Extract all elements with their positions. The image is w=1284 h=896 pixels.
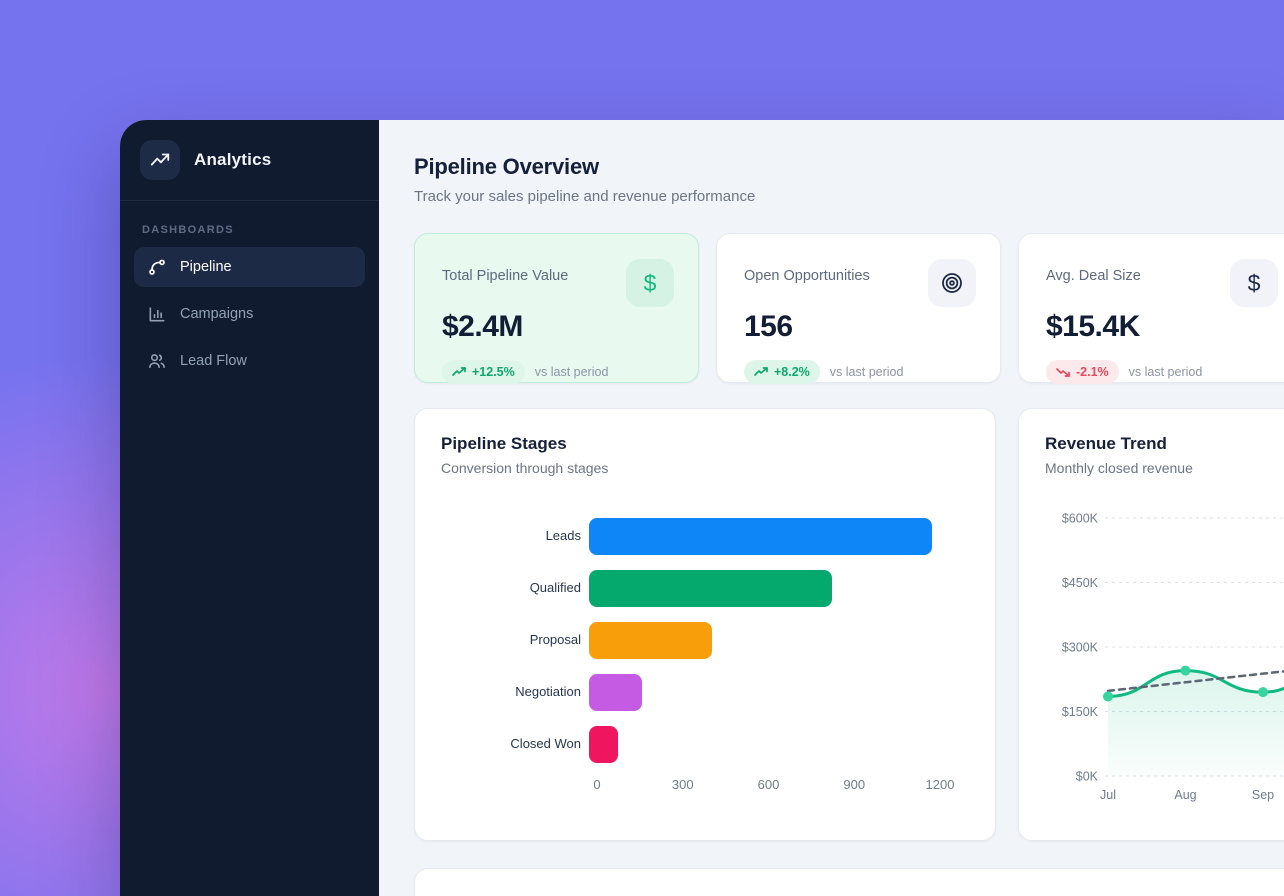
svg-text:Jul: Jul [1100,788,1116,802]
page-header: Pipeline Overview Track your sales pipel… [414,153,1284,205]
sidebar-section-label: DASHBOARDS [142,224,357,236]
change-badge: -2.1% [1046,360,1119,384]
page-title: Pipeline Overview [414,153,1284,180]
svg-text:$150K: $150K [1062,705,1099,719]
bar-track [589,726,969,763]
chart-subtitle: Conversion through stages [441,460,969,476]
comparison-label: vs last period [535,365,609,379]
brand-name: Analytics [194,150,271,170]
bar-track [589,518,969,555]
stat-card-open-opportunities: Open Opportunities 156 [716,233,1001,383]
svg-text:$450K: $450K [1062,576,1099,590]
bar-category-label: Leads [441,528,589,545]
bar [589,518,932,555]
stat-card-avg-deal-size: Avg. Deal Size $ $15.4K [1018,233,1284,383]
sidebar-item-label: Campaigns [180,306,253,322]
trending-up-icon [140,140,180,180]
sidebar-item-pipeline[interactable]: Pipeline [134,247,365,287]
pipeline-stages-card: Pipeline Stages Conversion through stage… [414,408,996,841]
bar-category-label: Negotiation [441,684,589,701]
bar-category-label: Qualified [441,580,589,597]
svg-text:Aug: Aug [1174,788,1196,802]
bar-chart-icon [147,304,167,324]
svg-text:$300K: $300K [1062,641,1099,655]
stat-value: 156 [744,310,976,344]
bar [589,570,832,607]
sidebar-item-lead-flow[interactable]: Lead Flow [134,341,365,381]
desktop-backdrop: { "sidebar": { "brand": { "name": "Analy… [0,0,1284,896]
bar-category-label: Closed Won [441,736,589,753]
stat-value: $2.4M [442,310,674,344]
sidebar-item-campaigns[interactable]: Campaigns [134,294,365,334]
bar-row: Qualified [441,562,969,614]
bar [589,674,642,711]
change-badge: +8.2% [744,360,820,384]
pipeline-icon [147,257,167,277]
line-chart: $600K $450K $300K $150K $0KJul Aug Sep [1019,497,1284,809]
stat-label: Avg. Deal Size [1046,268,1141,284]
sidebar: Analytics DASHBOARDS Pipeline [120,120,379,896]
svg-text:$0K: $0K [1076,770,1099,784]
stat-value: $15.4K [1046,310,1278,344]
chart-title: Revenue Trend [1045,434,1284,454]
comparison-label: vs last period [1129,365,1203,379]
bar [589,726,618,763]
change-value: +12.5% [472,365,515,379]
bottom-card [414,868,1284,896]
chart-title: Pipeline Stages [441,434,969,454]
stat-cards-row: Total Pipeline Value $ $2.4M [414,233,1284,383]
horizontal-bar-chart: Leads Qualified Proposal Negotiation Clo… [441,510,969,770]
bar-track [589,570,969,607]
trending-up-icon [754,367,768,377]
chart-subtitle: Monthly closed revenue [1045,460,1284,476]
sidebar-item-label: Lead Flow [180,353,247,369]
bar-track [589,622,969,659]
bar-track [589,674,969,711]
sidebar-divider [120,200,379,201]
bar-row: Closed Won [441,718,969,770]
stat-label: Total Pipeline Value [442,268,568,284]
change-value: -2.1% [1076,365,1109,379]
trending-up-icon [452,367,466,377]
bar-row: Proposal [441,614,969,666]
change-value: +8.2% [774,365,810,379]
target-icon [928,259,976,307]
trending-down-icon [1056,367,1070,377]
stat-card-total-pipeline-value: Total Pipeline Value $ $2.4M [414,233,699,383]
bar [589,622,712,659]
x-axis-ticks: 03006009001200 [597,777,969,795]
bar-row: Leads [441,510,969,562]
sidebar-nav: Pipeline Campaigns [120,247,379,381]
svg-text:Sep: Sep [1252,788,1274,802]
stat-label: Open Opportunities [744,268,870,284]
app-window: Analytics DASHBOARDS Pipeline [120,120,1284,896]
change-badge: +12.5% [442,360,525,384]
svg-text:$600K: $600K [1062,512,1099,526]
comparison-label: vs last period [830,365,904,379]
bar-category-label: Proposal [441,632,589,649]
page-subtitle: Track your sales pipeline and revenue pe… [414,188,1284,205]
dollar-sign-icon: $ [1230,259,1278,307]
sidebar-item-label: Pipeline [180,259,232,275]
charts-row: Pipeline Stages Conversion through stage… [414,408,1284,841]
bar-row: Negotiation [441,666,969,718]
main-content: Pipeline Overview Track your sales pipel… [379,120,1284,896]
users-icon [147,351,167,371]
revenue-trend-card: Revenue Trend Monthly closed revenue $60… [1018,408,1284,841]
brand: Analytics [120,120,379,200]
dollar-sign-icon: $ [626,259,674,307]
